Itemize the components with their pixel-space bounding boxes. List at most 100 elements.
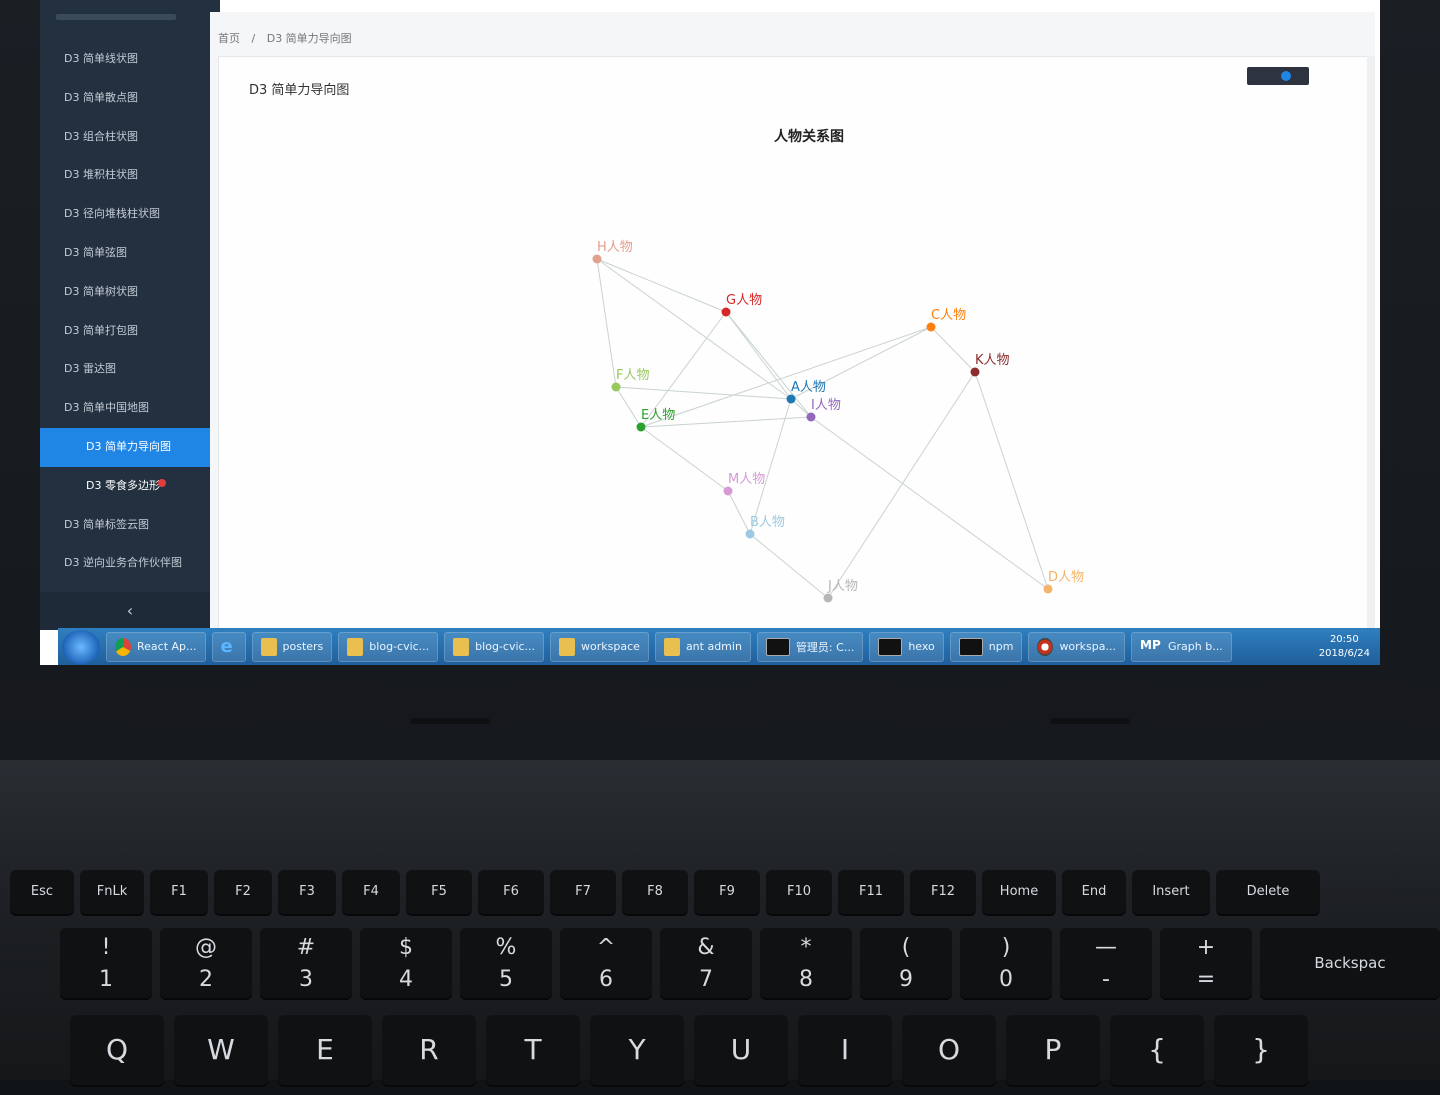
key-fnlk[interactable]: FnLk bbox=[80, 870, 144, 914]
key-8[interactable]: * 8 bbox=[760, 928, 852, 998]
key-symbol: 0 bbox=[999, 967, 1013, 992]
key-o[interactable]: O bbox=[902, 1015, 996, 1085]
key-delete[interactable]: Delete bbox=[1216, 870, 1320, 914]
breadcrumb-home[interactable]: 首页 bbox=[218, 32, 240, 45]
letter-key-row: Q W E R T Y U I O P{} bbox=[0, 1015, 1440, 1095]
sidebar-item-radar[interactable]: D3 雷达图 bbox=[40, 350, 220, 389]
bezel-hinge-left bbox=[410, 718, 490, 724]
key-=[interactable]: + = bbox=[1160, 928, 1252, 998]
sidebar-item-chord[interactable]: D3 简单弦图 bbox=[40, 234, 220, 273]
graph-node-label: A人物 bbox=[791, 380, 826, 395]
taskbar-item-cmd-admin[interactable]: 管理员: C... bbox=[756, 631, 864, 662]
key-r[interactable]: R bbox=[382, 1015, 476, 1085]
taskbar-item-workspace-app[interactable]: workspa... bbox=[1028, 631, 1126, 662]
sidebar-item-radial-stacked[interactable]: D3 径向堆栈柱状图 bbox=[40, 195, 220, 234]
key-7[interactable]: & 7 bbox=[660, 928, 752, 998]
taskbar-item-posters[interactable]: posters bbox=[251, 631, 333, 662]
sidebar-item-china-map[interactable]: D3 简单中国地图 bbox=[40, 389, 220, 428]
taskbar-item-workspace[interactable]: workspace bbox=[550, 631, 649, 662]
key--[interactable]: — - bbox=[1060, 928, 1152, 998]
graph-node[interactable] bbox=[823, 593, 833, 603]
sidebar-collapse-button[interactable]: ‹ bbox=[40, 592, 220, 630]
key-i[interactable]: I bbox=[798, 1015, 892, 1085]
key-f6[interactable]: F6 bbox=[478, 870, 544, 914]
key-insert[interactable]: Insert bbox=[1132, 870, 1210, 914]
graph-link bbox=[725, 311, 792, 400]
graph-node-label: J人物 bbox=[827, 579, 858, 594]
key-f10[interactable]: F10 bbox=[766, 870, 832, 914]
sidebar-top-decoration bbox=[56, 14, 176, 20]
taskbar-item-chrome[interactable]: React Ap... bbox=[106, 631, 206, 662]
key-f2[interactable]: F2 bbox=[214, 870, 272, 914]
key-u[interactable]: U bbox=[694, 1015, 788, 1085]
key-f3[interactable]: F3 bbox=[278, 870, 336, 914]
key-0[interactable]: ) 0 bbox=[960, 928, 1052, 998]
cmd-icon bbox=[765, 637, 790, 656]
key-5[interactable]: % 5 bbox=[460, 928, 552, 998]
key-f8[interactable]: F8 bbox=[622, 870, 688, 914]
taskbar-item-graph[interactable]: MP Graph b... bbox=[1131, 631, 1232, 662]
taskbar-item-npm[interactable]: npm bbox=[949, 631, 1023, 662]
key-4[interactable]: $4 bbox=[360, 928, 452, 998]
sidebar-item-tree[interactable]: D3 简单树状图 bbox=[40, 273, 220, 312]
key-f4[interactable]: F4 bbox=[342, 870, 400, 914]
taskbar-item-hexo[interactable]: hexo bbox=[869, 631, 944, 662]
key-e[interactable]: E bbox=[278, 1015, 372, 1085]
start-button[interactable] bbox=[62, 629, 100, 664]
graph-node[interactable] bbox=[970, 367, 980, 377]
graph-node[interactable] bbox=[611, 382, 621, 392]
key-f5[interactable]: F5 bbox=[406, 870, 472, 914]
sidebar-item-stacked-bar[interactable]: D3 堆积柱状图 bbox=[40, 156, 220, 195]
sidebar-item-tag-cloud[interactable]: D3 简单标签云图 bbox=[40, 506, 220, 545]
key-q[interactable]: Q bbox=[70, 1015, 164, 1085]
key-2[interactable]: @2 bbox=[160, 928, 252, 998]
sidebar-item-partner[interactable]: D3 逆向业务合作伙伴图 bbox=[40, 544, 220, 583]
key-f9[interactable]: F9 bbox=[694, 870, 760, 914]
graph-node[interactable] bbox=[806, 412, 816, 422]
graph-node[interactable] bbox=[745, 529, 755, 539]
key-{[interactable]: { bbox=[1110, 1015, 1204, 1085]
graph-node[interactable] bbox=[1043, 584, 1053, 594]
graph-node[interactable] bbox=[926, 322, 936, 332]
key-6[interactable]: ^ 6 bbox=[560, 928, 652, 998]
sidebar-item-grouped-bar[interactable]: D3 组合柱状图 bbox=[40, 118, 220, 157]
key-esc[interactable]: Esc bbox=[10, 870, 74, 914]
sidebar-item-line[interactable]: D3 简单线状图 bbox=[40, 40, 220, 79]
taskbar-item-blog-2[interactable]: blog-cvic... bbox=[444, 631, 545, 662]
sidebar-item-polygon[interactable]: D3 零食多边形 bbox=[40, 467, 220, 506]
key-9[interactable]: (9 bbox=[860, 928, 952, 998]
sidebar-item-scatter[interactable]: D3 简单散点图 bbox=[40, 79, 220, 118]
graph-link bbox=[827, 371, 976, 599]
key-f7[interactable]: F7 bbox=[550, 870, 616, 914]
graph-node-label: D人物 bbox=[1048, 570, 1084, 585]
system-clock[interactable]: 20:50 2018/6/24 bbox=[1319, 633, 1370, 661]
key-f12[interactable]: F12 bbox=[910, 870, 976, 914]
sidebar-item-pack[interactable]: D3 简单打包图 bbox=[40, 312, 220, 351]
key-}[interactable]: } bbox=[1214, 1015, 1308, 1085]
graph-node[interactable] bbox=[636, 422, 646, 432]
taskbar-item-blog-1[interactable]: blog-cvic... bbox=[338, 631, 439, 662]
key-f1[interactable]: F1 bbox=[150, 870, 208, 914]
taskbar-item-ie[interactable]: e bbox=[211, 631, 246, 662]
key-w[interactable]: W bbox=[174, 1015, 268, 1085]
sidebar-item-force-graph[interactable]: D3 简单力导向图 bbox=[40, 427, 220, 467]
key-home[interactable]: Home bbox=[982, 870, 1056, 914]
key-backspace[interactable]: Backspac bbox=[1260, 928, 1440, 998]
key-1[interactable]: ! 1 bbox=[60, 928, 152, 998]
scrollbar[interactable] bbox=[1367, 56, 1375, 631]
graph-node[interactable] bbox=[786, 394, 796, 404]
key-end[interactable]: End bbox=[1062, 870, 1126, 914]
key-3[interactable]: #3 bbox=[260, 928, 352, 998]
graph-node[interactable] bbox=[723, 486, 733, 496]
graph-link bbox=[615, 386, 642, 428]
key-f11[interactable]: F11 bbox=[838, 870, 904, 914]
graph-node[interactable] bbox=[721, 307, 731, 317]
key-symbol: 1 bbox=[99, 967, 113, 992]
graph-link bbox=[640, 326, 932, 428]
key-t[interactable]: T bbox=[486, 1015, 580, 1085]
taskbar-item-ant-admin[interactable]: ant admin bbox=[654, 631, 751, 662]
key-p[interactable]: P bbox=[1006, 1015, 1100, 1085]
key-y[interactable]: Y bbox=[590, 1015, 684, 1085]
graph-node-label: C人物 bbox=[931, 308, 966, 323]
graph-node[interactable] bbox=[592, 254, 602, 264]
